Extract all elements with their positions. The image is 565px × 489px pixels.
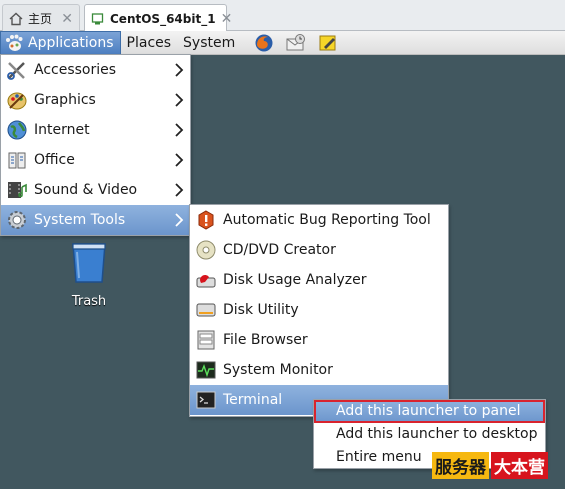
graphics-icon	[6, 89, 28, 111]
menu-item-label: File Browser	[223, 332, 308, 348]
system-monitor-icon	[195, 359, 217, 381]
menu-item-system-tools[interactable]: System Tools	[1, 205, 190, 235]
firefox-icon	[255, 34, 273, 51]
menu-item-cd-dvd-creator[interactable]: CD/DVD Creator	[190, 235, 448, 265]
top-panel: Applications Places System	[0, 30, 565, 55]
applications-label: Applications	[28, 34, 114, 51]
menu-item-label: Disk Utility	[223, 302, 299, 318]
trash-label: Trash	[71, 294, 107, 309]
sound-video-icon	[6, 179, 28, 201]
menu-item-label: System Monitor	[223, 362, 333, 378]
menu-item-graphics[interactable]: Graphics	[1, 85, 190, 115]
menu-item-internet[interactable]: Internet	[1, 115, 190, 145]
menu-item-label: Disk Usage Analyzer	[223, 272, 367, 288]
mail-launcher[interactable]	[283, 31, 309, 55]
menu-item-label: Automatic Bug Reporting Tool	[223, 212, 431, 228]
chevron-right-icon	[175, 63, 184, 77]
menu-item-bug-reporting[interactable]: Automatic Bug Reporting Tool	[190, 205, 448, 235]
mail-icon	[286, 33, 306, 50]
menu-item-file-browser[interactable]: File Browser	[190, 325, 448, 355]
places-menu[interactable]: Places	[121, 31, 178, 55]
add-launcher-to-desktop-item[interactable]: Add this launcher to desktop	[314, 423, 545, 446]
watermark-part: 服务器	[432, 452, 489, 479]
disk-utility-icon	[195, 299, 217, 321]
tab-home[interactable]: 主页 ✕	[2, 4, 80, 32]
vm-icon	[91, 12, 104, 24]
menu-item-accessories[interactable]: Accessories	[1, 55, 190, 85]
close-icon[interactable]: ✕	[221, 11, 233, 27]
applications-dropdown: Accessories Graphics Internet Office Sou…	[0, 54, 191, 236]
menu-item-label: Sound & Video	[34, 182, 138, 198]
menu-item-disk-usage[interactable]: Disk Usage Analyzer	[190, 265, 448, 295]
close-icon[interactable]: ✕	[61, 11, 73, 27]
tab-vm[interactable]: CentOS_64bit_1 ✕	[84, 4, 232, 32]
internet-icon	[6, 119, 28, 141]
system-tools-submenu: Automatic Bug Reporting Tool CD/DVD Crea…	[189, 204, 449, 417]
chevron-right-icon	[175, 213, 184, 227]
vm-tab-strip: 主页 ✕ CentOS_64bit_1 ✕	[0, 0, 565, 32]
firefox-launcher[interactable]	[251, 31, 277, 55]
system-tools-icon	[6, 209, 28, 231]
chevron-right-icon	[175, 153, 184, 167]
menu-item-label: System Tools	[34, 212, 126, 228]
menu-item-label: CD/DVD Creator	[223, 242, 336, 258]
tab-label: CentOS_64bit_1	[110, 11, 216, 26]
watermark: 服务器 大本营	[432, 452, 548, 479]
menu-item-label: Graphics	[34, 92, 96, 108]
bug-report-icon	[195, 209, 217, 231]
office-icon	[6, 149, 28, 171]
system-menu[interactable]: System	[177, 31, 241, 55]
chevron-right-icon	[175, 123, 184, 137]
trash-desktop-icon[interactable]: Trash	[60, 240, 118, 309]
gnome-foot-icon	[6, 34, 23, 51]
disk-usage-icon	[195, 269, 217, 291]
terminal-icon	[195, 389, 217, 411]
applications-menu[interactable]: Applications	[0, 30, 121, 55]
home-icon	[9, 12, 23, 25]
notes-icon	[319, 35, 336, 50]
chevron-right-icon	[175, 93, 184, 107]
menu-item-sound-video[interactable]: Sound & Video	[1, 175, 190, 205]
menu-item-label: Terminal	[223, 392, 283, 408]
trash-icon	[72, 243, 106, 283]
menu-item-label: Internet	[34, 122, 90, 138]
menu-item-system-monitor[interactable]: System Monitor	[190, 355, 448, 385]
menu-item-label: Office	[34, 152, 75, 168]
add-launcher-to-panel-item[interactable]: Add this launcher to panel	[314, 400, 545, 423]
menu-item-label: Accessories	[34, 62, 117, 78]
accessories-icon	[6, 59, 28, 81]
file-browser-icon	[195, 329, 217, 351]
menu-item-disk-utility[interactable]: Disk Utility	[190, 295, 448, 325]
cd-dvd-icon	[195, 239, 217, 261]
watermark-part: 大本营	[491, 452, 548, 479]
chevron-right-icon	[175, 183, 184, 197]
menu-item-office[interactable]: Office	[1, 145, 190, 175]
tab-label: 主页	[28, 12, 53, 26]
notes-launcher[interactable]	[315, 31, 341, 55]
